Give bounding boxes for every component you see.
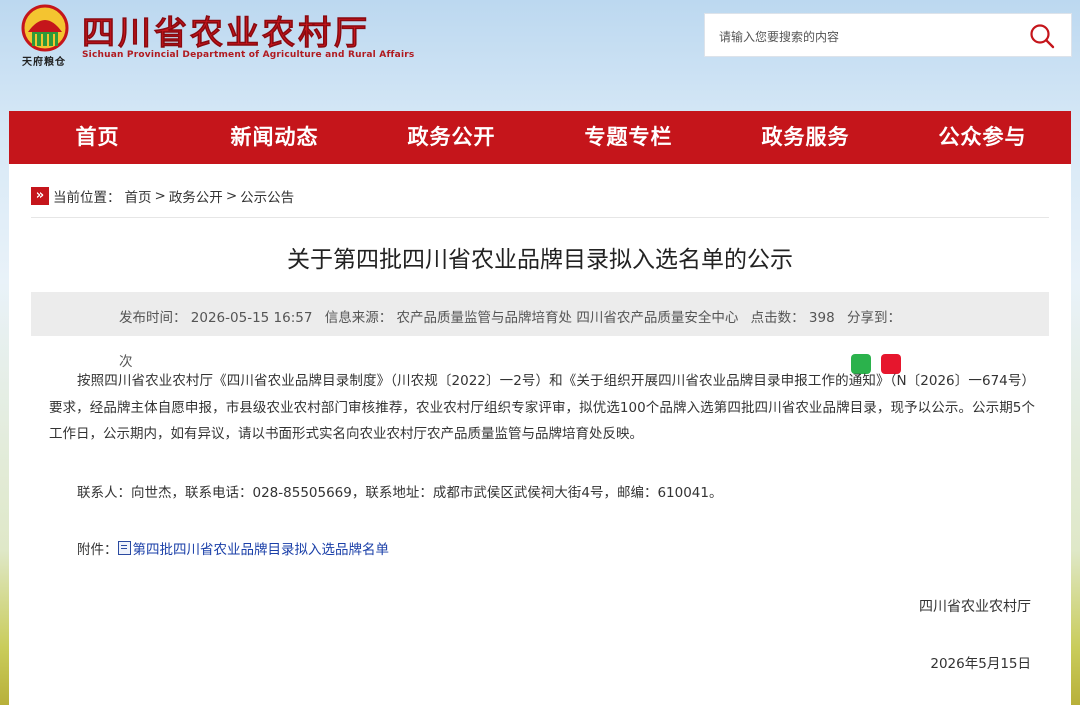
nav-services[interactable]: 政务服务 (717, 111, 894, 164)
nav-public[interactable]: 公众参与 (894, 111, 1071, 164)
attachment-label: 附件： (77, 542, 118, 558)
double-chevron-icon: » (31, 187, 49, 205)
breadcrumb-home[interactable]: 首页 (125, 186, 152, 206)
site-header: 天府粮仓 四川省农业农村厅 Sichuan Provincial Departm… (0, 0, 1080, 110)
site-title-en: Sichuan Provincial Department of Agricul… (82, 50, 415, 60)
divider (31, 217, 1049, 218)
signature-date: 2026年5月15日 (930, 656, 1031, 672)
contact-info: 联系人：向世杰，联系电话：028-85505669，联系地址：成都市武侯区武侯祠… (77, 485, 723, 501)
main-nav: 首页 新闻动态 政务公开 专题专栏 政务服务 公众参与 (9, 111, 1071, 164)
nav-news[interactable]: 新闻动态 (186, 111, 363, 164)
nav-gov-info[interactable]: 政务公开 (363, 111, 540, 164)
nav-home[interactable]: 首页 (9, 111, 186, 164)
publish-time: 发布时间： 2026-05-15 16:57 (119, 310, 313, 326)
breadcrumb-notices[interactable]: 公示公告 (240, 186, 294, 206)
nav-topics[interactable]: 专题专栏 (540, 111, 717, 164)
search-input[interactable] (717, 26, 1021, 48)
seal-text: 天府粮仓 (22, 57, 66, 68)
article-meta: 发布时间： 2026-05-15 16:57 信息来源： 农产品质量监管与品牌培… (31, 292, 1049, 336)
search-icon[interactable] (1029, 23, 1055, 49)
search-box (704, 13, 1072, 57)
breadcrumb: » 当前位置： 首页 > 政务公开 > 公示公告 (31, 186, 294, 206)
breadcrumb-gov-info[interactable]: 政务公开 (169, 186, 223, 206)
breadcrumb-separator: > (154, 188, 166, 204)
breadcrumb-separator: > (225, 188, 238, 204)
breadcrumb-label: 当前位置： (53, 190, 121, 206)
article-body: 按照四川省农业农村厅《四川省农业品牌目录制度》（川农规〔2022〕一2号）和《关… (49, 373, 1035, 442)
attachment-link[interactable]: 第四批四川省农业品牌目录拟入选品牌名单 (133, 538, 390, 558)
click-unit: 次 (119, 354, 133, 370)
share-label: 分享到： (847, 310, 901, 326)
attachment: 附件： 第四批四川省农业品牌目录拟入选品牌名单 (77, 538, 389, 558)
document-icon (117, 541, 131, 555)
article-title: 关于第四批四川省农业品牌目录拟入选名单的公示 (287, 247, 793, 273)
click-count: 点击数： 398 (750, 310, 835, 326)
info-source: 信息来源： 农产品质量监管与品牌培育处 四川省农产品质量安全中心 (324, 310, 739, 326)
site-title[interactable]: 四川省农业农村厅 (82, 6, 370, 54)
article-panel: » 当前位置： 首页 > 政务公开 > 公示公告 关于第四批四川省农业品牌目录拟… (9, 164, 1071, 705)
signature-org: 四川省农业农村厅 (919, 599, 1031, 615)
